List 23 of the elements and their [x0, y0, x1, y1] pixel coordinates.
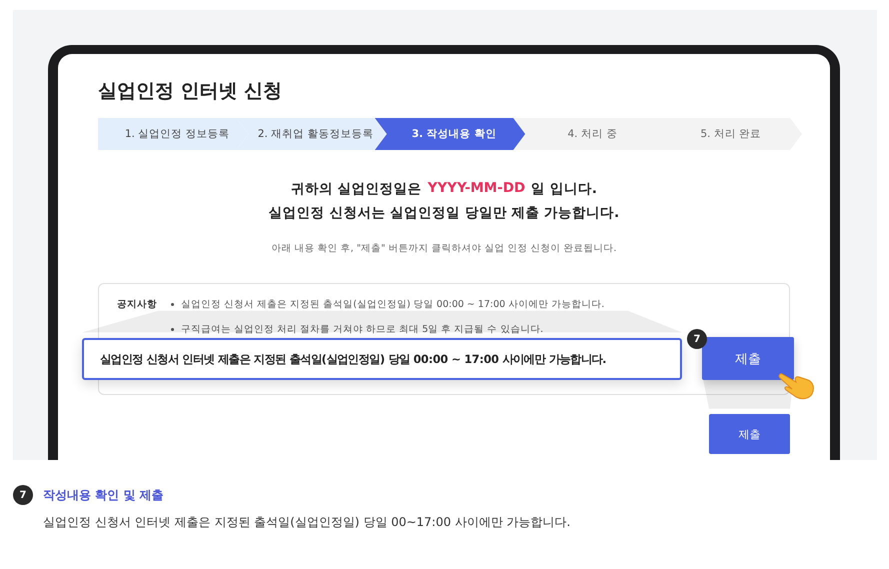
date-suffix: 일 입니다. — [531, 180, 598, 198]
submit-button[interactable]: 제출 — [709, 414, 790, 454]
progress-step: 3. 작성내용 확인 — [374, 118, 526, 150]
notice-item: 구직급여는 실업인정 처리 절차를 거쳐야 하므로 최대 5일 후 지급될 수 있습니다. — [181, 323, 544, 336]
date-value: YYYY-MM-DD — [428, 180, 526, 198]
progress-step: 5. 처리 완료 — [652, 118, 802, 150]
date-label: 귀하의 실업인정일은 — [290, 180, 422, 198]
progress-step: 4. 처리 중 — [513, 118, 664, 150]
step-badge: 7 — [687, 329, 707, 349]
notice-label: 공지사항 — [117, 298, 157, 311]
magnified-submit-button[interactable]: 제출 — [702, 337, 794, 380]
page-title: 실업인정 인터넷 신청 — [98, 79, 284, 104]
progress-step: 2. 재취업 활동정보등록 — [236, 118, 387, 150]
hint-text: 아래 내용 확인 후, "제출" 버튼까지 클릭하셔야 실업 인정 신청이 완료됩니다. — [272, 242, 616, 255]
progress-step: 1. 실업인정 정보등록 — [98, 118, 248, 150]
step-badge: 7 — [13, 485, 33, 505]
submit-rule: 실업인정 신청서는 실업인정일 당일만 제출 가능합니다. — [268, 204, 620, 222]
bullet-icon — [171, 328, 174, 331]
caption-text: 실업인정 신청서 인터넷 제출은 지정된 출석일(실업인정일) 당일 00~17:00 사이에만 가능합니다. — [43, 514, 572, 531]
magnified-notice: 실업인정 신청서 인터넷 제출은 지정된 출석일(실업인정일) 당일 00:00 ~ 17:00 사이에만 가능합니다. — [82, 338, 682, 380]
caption-title: 작성내용 확인 및 제출 — [43, 486, 164, 504]
notice-item: 실업인정 신청서 제출은 지정된 출석일(실업인정일) 당일 00:00 ~ 17:00 사이에만 가능합니다. — [181, 298, 604, 311]
bullet-icon — [171, 303, 174, 306]
